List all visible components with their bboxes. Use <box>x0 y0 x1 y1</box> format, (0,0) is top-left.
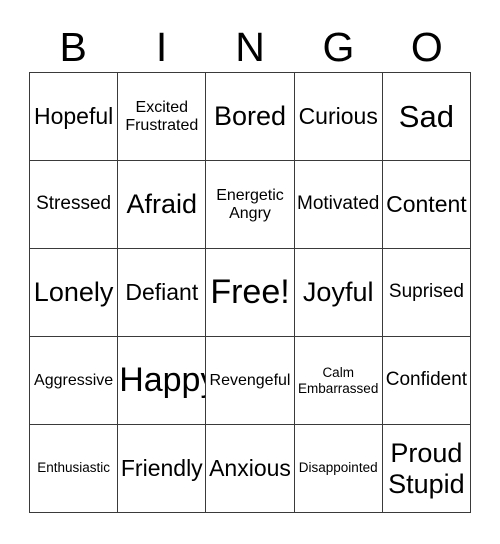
bingo-cell-label: Proud <box>390 438 463 469</box>
bingo-cell-label: Disappointed <box>298 460 378 476</box>
bingo-cell-r3-c2[interactable]: Revengeful <box>206 337 295 425</box>
bingo-cell-r1-c3[interactable]: Motivated <box>294 161 383 249</box>
bingo-cell-label: Free! <box>210 273 290 312</box>
bingo-header-letter-4: O <box>410 23 443 70</box>
bingo-cell-r2-c2[interactable]: Free! <box>206 249 295 337</box>
bingo-cell-r1-c4[interactable]: Content <box>382 161 471 249</box>
bingo-cell-label: Afraid <box>126 188 198 219</box>
bingo-header-letter-3: G <box>322 23 355 70</box>
bingo-cell-r0-c3[interactable]: Curious <box>294 73 383 161</box>
bingo-cell-r0-c2[interactable]: Bored <box>206 73 295 161</box>
bingo-cell-label: Angry <box>229 204 271 222</box>
bingo-cell-r3-c4[interactable]: Confident <box>382 337 471 425</box>
bingo-cell-r1-c1[interactable]: Afraid <box>118 161 207 249</box>
bingo-cell-r0-c1[interactable]: Excited Frustrated <box>118 73 207 161</box>
bingo-cell-label: Aggressive <box>34 371 114 389</box>
bingo-cell-r3-c1[interactable]: Happy <box>118 337 207 425</box>
bingo-cell-label: Sad <box>398 98 454 134</box>
bingo-cell-label: Stupid <box>388 468 465 499</box>
bingo-cell-r4-c1[interactable]: Friendly <box>118 425 207 513</box>
bingo-cell-r3-c0[interactable]: Aggressive <box>30 337 119 425</box>
bingo-header-letter-2: N <box>235 23 265 70</box>
bingo-cell-r4-c2[interactable]: Anxious <box>206 425 295 513</box>
bingo-cell-label: Stressed <box>36 193 112 215</box>
bingo-cell-label: Content <box>386 191 467 218</box>
bingo-cell-label: Embarrassed <box>298 380 379 396</box>
bingo-cell-r1-c0[interactable]: Stressed <box>30 161 119 249</box>
bingo-cell-label: Suprised <box>388 281 464 303</box>
bingo-cell-r3-c3[interactable]: Calm Embarrassed <box>294 337 383 425</box>
bingo-cell-label: Friendly <box>120 455 203 482</box>
bingo-cell-label: Enthusiastic <box>37 460 110 476</box>
bingo-cell-label: Defiant <box>125 279 199 306</box>
bingo-cell-label: Hopeful <box>33 103 114 130</box>
bingo-cell-r2-c0[interactable]: Lonely <box>30 249 119 337</box>
bingo-cell-label: Bored <box>213 100 287 131</box>
bingo-cell-r0-c0[interactable]: Hopeful <box>30 73 119 161</box>
bingo-cell-label: Lonely <box>33 276 114 307</box>
bingo-cell-r2-c1[interactable]: Defiant <box>118 249 207 337</box>
bingo-cell-label: Confident <box>385 369 468 391</box>
bingo-cell-label: Excited <box>135 98 189 116</box>
bingo-cell-label: Joyful <box>302 276 374 307</box>
bingo-cell-label: Motivated <box>297 193 380 215</box>
bingo-header-row: BINGO <box>29 22 471 72</box>
bingo-cell-r4-c3[interactable]: Disappointed <box>294 425 383 513</box>
bingo-grid: Hopeful Excited Frustrated Bored Curious Sad S… <box>29 72 471 513</box>
bingo-cell-r2-c4[interactable]: Suprised <box>382 249 471 337</box>
bingo-cell-label: Curious <box>298 103 378 130</box>
bingo-card: BINGO Hopeful Excited Frustrated Bored Curio… <box>0 0 500 544</box>
bingo-cell-label: Frustrated <box>125 116 199 134</box>
bingo-cell-r1-c2[interactable]: Energetic Angry <box>206 161 295 249</box>
bingo-cell-r2-c3[interactable]: Joyful <box>294 249 383 337</box>
bingo-cell-label: Happy <box>119 361 205 400</box>
bingo-cell-label: Anxious <box>209 455 291 482</box>
bingo-cell-r0-c4[interactable]: Sad <box>382 73 471 161</box>
bingo-cell-label: Energetic <box>216 186 284 204</box>
bingo-cell-r4-c4[interactable]: Proud Stupid <box>382 425 471 513</box>
bingo-header-letter-0: B <box>59 23 87 70</box>
bingo-header-letter-1: I <box>155 23 168 70</box>
bingo-cell-label: Calm <box>322 365 354 381</box>
bingo-cell-r4-c0[interactable]: Enthusiastic <box>30 425 119 513</box>
bingo-cell-label: Revengeful <box>209 371 291 389</box>
